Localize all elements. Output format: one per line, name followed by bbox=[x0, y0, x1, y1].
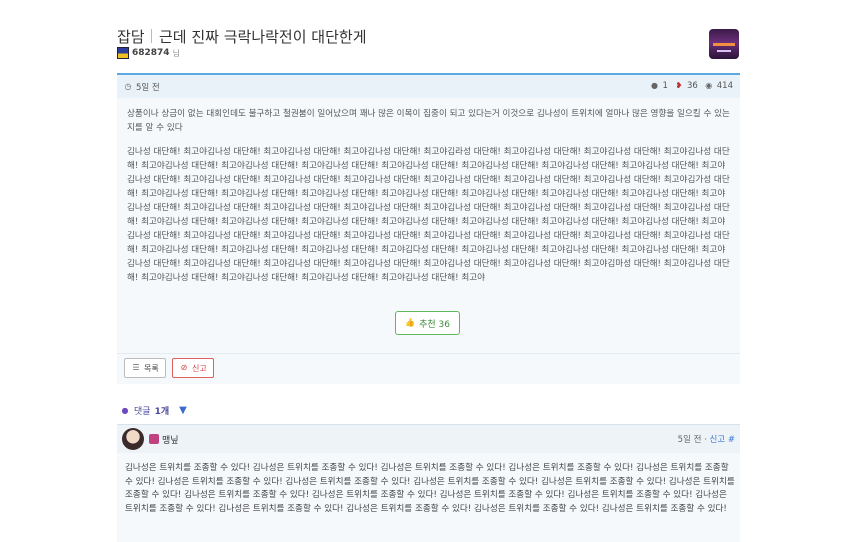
list-button[interactable]: ☰ 목록 bbox=[124, 358, 166, 378]
commenter-name[interactable]: 맹닢 bbox=[162, 433, 179, 446]
level-icon bbox=[117, 47, 129, 59]
thumbs-up-icon: 👍 bbox=[405, 318, 416, 327]
author-name: 682874 bbox=[132, 48, 170, 58]
post-time-text: 5일 전 bbox=[136, 83, 160, 93]
post-author[interactable]: 682874 님 bbox=[117, 47, 180, 59]
post-title: 근데 진짜 극락나락전이 대단한게 bbox=[159, 28, 367, 46]
thumbs-icon: ❥ bbox=[675, 81, 683, 90]
view-stat: ◉ 414 bbox=[704, 81, 733, 91]
post-category[interactable]: 잡담 bbox=[117, 26, 145, 47]
comment-time: 5일 전 bbox=[677, 435, 702, 445]
comment-meta-bar: 맹닢 5일 전 · 신고 # bbox=[117, 425, 740, 453]
avatar-detail bbox=[713, 43, 735, 46]
comment-icon: ● bbox=[651, 81, 658, 90]
comments-label: 댓글 bbox=[134, 407, 151, 417]
comment-body: 김나성은 트위치를 조종할 수 있다! 김나성은 트위치를 조종할 수 있다! … bbox=[125, 463, 735, 514]
post-body: 상품이나 상금이 없는 대회인데도 불구하고 철권붐이 일어났으며 꽤나 많은 … bbox=[127, 107, 731, 295]
commenter-avatar[interactable] bbox=[122, 428, 144, 450]
post-stats: ● 1 ❥ 36 ◉ 414 bbox=[650, 81, 733, 91]
collapse-arrow-icon[interactable]: ▼ bbox=[179, 405, 187, 416]
comment-bubble-icon: ● bbox=[121, 405, 129, 415]
post-container: ◷ 5일 전 ● 1 ❥ 36 ◉ 414 상품이나 상금이 없는 대회인데도 bbox=[117, 73, 740, 353]
report-button[interactable]: ⊘ 신고 bbox=[172, 358, 214, 378]
comment-meta: 5일 전 · 신고 # bbox=[677, 435, 735, 445]
comment-report-link[interactable]: 신고 bbox=[710, 435, 726, 445]
divider bbox=[151, 29, 152, 43]
comment-stat: ● 1 bbox=[650, 81, 668, 91]
post-header: 잡담 근데 진짜 극락나락전이 대단한게 682874 님 bbox=[117, 24, 740, 74]
report-label: 신고 bbox=[192, 363, 207, 373]
level-badge-icon bbox=[149, 434, 159, 444]
post-actions: ☰ 목록 ⊘ 신고 bbox=[117, 353, 740, 384]
author-avatar[interactable] bbox=[709, 29, 739, 59]
view-count: 414 bbox=[716, 81, 733, 91]
comment-anchor-link[interactable]: # bbox=[728, 435, 735, 445]
recommend-label: 추천 36 bbox=[419, 319, 450, 330]
comment-item: 맹닢 5일 전 · 신고 # 김나성은 트위치를 조종할 수 있다! 김나성은 … bbox=[117, 424, 740, 542]
post-time: ◷ 5일 전 bbox=[123, 81, 160, 93]
list-label: 목록 bbox=[144, 363, 159, 373]
post-meta-bar: ◷ 5일 전 ● 1 ❥ 36 ◉ 414 bbox=[117, 73, 740, 98]
report-icon: ⊘ bbox=[180, 363, 188, 372]
post-intro: 상품이나 상금이 없는 대회인데도 불구하고 철권붐이 일어났으며 꽤나 많은 … bbox=[127, 109, 730, 133]
avatar-detail bbox=[717, 50, 731, 52]
upvote-count: 36 bbox=[686, 81, 698, 91]
post-text: 김나성 대단해! 최고야김나성 대단해! 최고야김나성 대단해! 최고야김나성 … bbox=[127, 147, 730, 283]
comments-header[interactable]: ● 댓글 1개 ▼ bbox=[120, 404, 187, 417]
upvote-stat: ❥ 36 bbox=[674, 81, 698, 91]
comment-count: 1 bbox=[662, 81, 668, 91]
list-icon: ☰ bbox=[132, 363, 140, 372]
recommend-button[interactable]: 👍 추천 36 bbox=[395, 311, 460, 335]
eye-icon: ◉ bbox=[705, 81, 713, 90]
author-suffix: 님 bbox=[172, 48, 180, 58]
clock-icon: ◷ bbox=[124, 82, 132, 91]
comments-count: 1개 bbox=[154, 407, 170, 417]
